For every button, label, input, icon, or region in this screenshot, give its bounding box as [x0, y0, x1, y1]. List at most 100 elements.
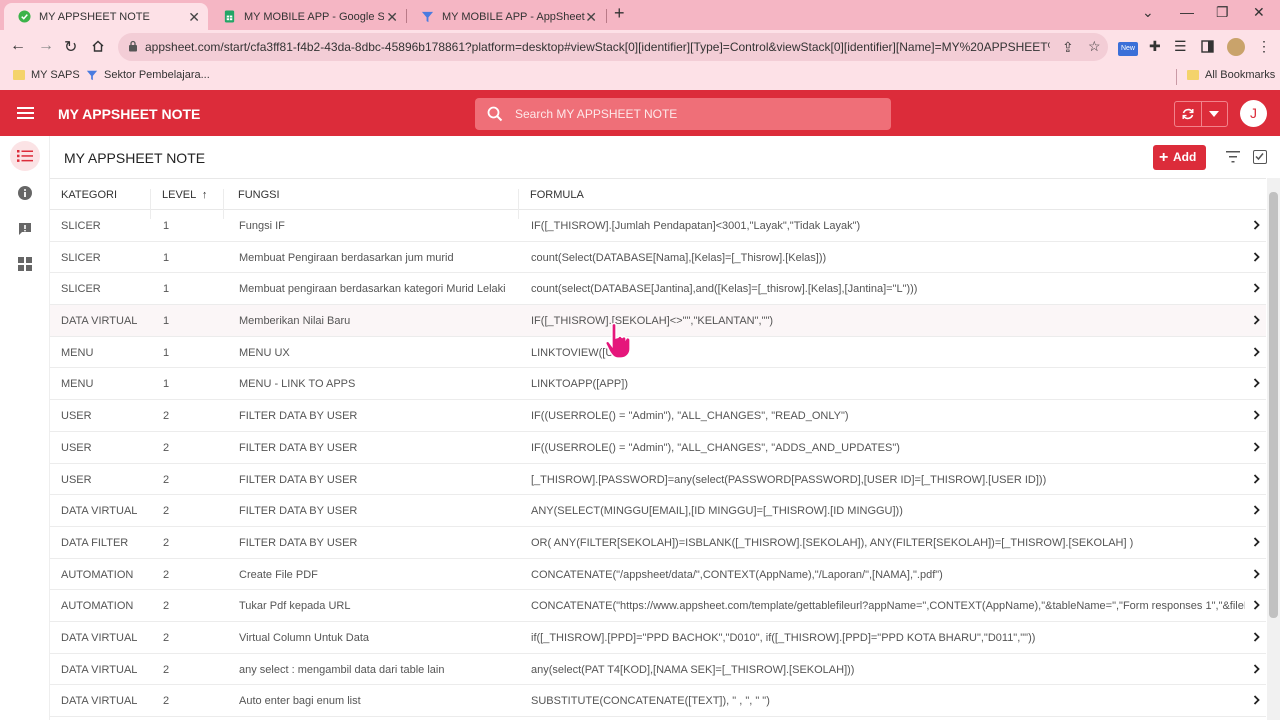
minimize-icon[interactable]: —: [1180, 4, 1194, 20]
info-icon: [18, 186, 32, 200]
dropdown-arrow-icon[interactable]: [1209, 111, 1219, 117]
bookmark-star-icon[interactable]: ☆: [1088, 38, 1101, 55]
table-row[interactable]: DATA VIRTUAL 2 Auto enter bagi enum list SU…: [50, 685, 1266, 717]
chevron-right-icon[interactable]: [1253, 410, 1260, 420]
cell-kategori: DATA VIRTUAL: [61, 505, 138, 518]
profile-avatar-icon[interactable]: [1227, 38, 1245, 56]
feedback-icon: [19, 223, 31, 235]
forward-icon[interactable]: →: [38, 37, 54, 55]
table-row[interactable]: USER 2 FILTER DATA BY USER [_THISROW].[PASS…: [50, 464, 1266, 496]
browser-menu-icon[interactable]: ⋮: [1257, 38, 1271, 55]
chevron-right-icon[interactable]: [1253, 315, 1260, 325]
close-tab-icon[interactable]: ✕: [188, 9, 200, 26]
new-tab-button[interactable]: +: [614, 3, 625, 24]
reading-list-icon[interactable]: ☰: [1174, 38, 1187, 55]
cell-kategori: AUTOMATION: [61, 600, 134, 613]
chevron-right-icon[interactable]: [1253, 632, 1260, 642]
table-row[interactable]: DATA VIRTUAL 2 Virtual Column Untuk Data if…: [50, 622, 1266, 654]
table-row[interactable]: USER 2 FILTER DATA BY USER IF((USERROLE() =…: [50, 432, 1266, 464]
chevron-right-icon[interactable]: [1253, 537, 1260, 547]
chevron-right-icon[interactable]: [1253, 283, 1260, 294]
chevron-right-icon[interactable]: [1253, 695, 1260, 705]
filter-icon[interactable]: [1226, 151, 1240, 163]
sync-button-group: [1174, 101, 1228, 127]
table-row[interactable]: SLICER 1 Membuat pengiraan berdasarkan kat…: [50, 273, 1266, 306]
all-bookmarks-button[interactable]: All Bookmarks: [1187, 69, 1275, 81]
chevron-right-icon[interactable]: [1253, 442, 1260, 452]
cell-formula: CONCATENATE("https://www.appsheet.com/te…: [531, 600, 1245, 613]
reload-icon[interactable]: ↻: [64, 37, 77, 57]
tab-title: MY MOBILE APP - Google Sheets: [244, 10, 384, 23]
google-sheets-icon: [224, 10, 235, 23]
select-mode-checkbox-icon[interactable]: [1253, 150, 1267, 164]
cell-fungsi: MENU UX: [239, 346, 290, 359]
nav-feedback[interactable]: [10, 214, 40, 244]
cell-fungsi: FILTER DATA BY USER: [239, 536, 358, 549]
address-bar[interactable]: appsheet.com/start/cfa3ff81-f4b2-43da-8d…: [118, 33, 1108, 61]
table-row[interactable]: DATA VIRTUAL 2 any select : mengambil data…: [50, 654, 1266, 686]
cell-fungsi: Memberikan Nilai Baru: [239, 315, 351, 328]
column-header-formula[interactable]: FORMULA: [530, 189, 1244, 201]
back-icon[interactable]: ←: [10, 37, 26, 55]
close-tab-icon[interactable]: ✕: [585, 9, 597, 26]
cell-kategori: SLICER: [61, 283, 101, 296]
bookmark-label: Sektor Pembelajara...: [104, 69, 210, 81]
scrollbar-thumb[interactable]: [1269, 192, 1278, 618]
table-row[interactable]: DATA VIRTUAL 2 FILTER DATA BY USER ANY(SELE…: [50, 495, 1266, 527]
chevron-right-icon[interactable]: [1253, 505, 1260, 515]
table-row[interactable]: DATA VIRTUAL 1 Memberikan Nilai Baru IF([_T…: [50, 305, 1266, 337]
chevron-right-icon[interactable]: [1253, 378, 1260, 389]
user-avatar[interactable]: J: [1240, 100, 1267, 127]
cell-level: 2: [163, 568, 170, 581]
table-row[interactable]: DATA FILTER 2 FILTER DATA BY USER OR( ANY(F…: [50, 527, 1266, 559]
share-icon[interactable]: ⇪: [1062, 39, 1074, 56]
chevron-right-icon[interactable]: [1253, 347, 1260, 357]
add-button[interactable]: + Add: [1153, 145, 1206, 170]
tab-search-icon[interactable]: ⌄: [1142, 4, 1154, 21]
search-box[interactable]: [475, 98, 891, 130]
chevron-right-icon[interactable]: [1253, 663, 1260, 674]
nav-list-view[interactable]: [10, 141, 40, 171]
table-row[interactable]: SLICER 1 Membuat Pengiraan berdasarkan jum…: [50, 242, 1266, 274]
sync-icon[interactable]: [1181, 107, 1195, 121]
table-row[interactable]: AUTOMATION 2 Create File PDF CONCATENATE("/…: [50, 559, 1266, 591]
column-header-level[interactable]: LEVEL ↑: [162, 189, 222, 201]
tab-appsheet-editor[interactable]: MY MOBILE APP - AppSheet ✕: [407, 3, 605, 30]
chevron-right-icon[interactable]: [1253, 252, 1260, 262]
nav-info[interactable]: [10, 178, 40, 208]
nav-dashboard[interactable]: [10, 249, 40, 279]
folder-icon: [13, 70, 25, 80]
table-row[interactable]: SLICER 1 Fungsi IF IF([_THISROW].[Jumlah Pe…: [50, 210, 1266, 242]
search-input[interactable]: [515, 98, 875, 130]
tab-google-sheets[interactable]: MY MOBILE APP - Google Sheets ✕: [209, 3, 406, 30]
chevron-right-icon[interactable]: [1253, 220, 1260, 230]
cell-level: 1: [163, 251, 170, 264]
extensions-puzzle-icon[interactable]: ✚: [1149, 38, 1161, 55]
table-row[interactable]: MENU 1 MENU - LINK TO APPS LINKTOAPP([APP]): [50, 368, 1266, 401]
hamburger-menu-icon[interactable]: [17, 107, 34, 120]
cell-fungsi: Tukar Pdf kepada URL: [239, 600, 351, 613]
new-extension-badge[interactable]: New: [1118, 42, 1138, 56]
column-header-kategori[interactable]: KATEGORI: [61, 189, 156, 201]
cell-kategori: USER: [61, 441, 92, 454]
chevron-right-icon[interactable]: [1253, 473, 1260, 484]
bookmark-folder[interactable]: MY SAPS: [13, 69, 80, 81]
cell-formula: LINKTOVIEW([U: [531, 346, 614, 359]
chevron-right-icon[interactable]: [1253, 600, 1260, 610]
cell-formula: IF([_THISROW].[Jumlah Pendapatan]<3001,"…: [531, 220, 861, 232]
cell-kategori: SLICER: [61, 251, 101, 264]
close-tab-icon[interactable]: ✕: [386, 9, 398, 26]
side-panel-icon[interactable]: [1201, 40, 1214, 53]
home-icon[interactable]: [91, 39, 105, 53]
cell-level: 2: [163, 600, 170, 613]
column-header-fungsi[interactable]: FUNGSI: [238, 189, 523, 201]
tab-my-appsheet-note[interactable]: MY APPSHEET NOTE ✕: [4, 3, 208, 30]
table-row[interactable]: AUTOMATION 2 Tukar Pdf kepada URL CONCATENA…: [50, 590, 1266, 622]
table-row[interactable]: USER 2 FILTER DATA BY USER IF((USERROLE() =…: [50, 400, 1266, 432]
close-window-icon[interactable]: ✕: [1253, 4, 1265, 21]
bookmark-link[interactable]: Sektor Pembelajara...: [86, 69, 210, 81]
hand-cursor-icon: [605, 322, 631, 359]
chevron-right-icon[interactable]: [1253, 568, 1260, 579]
maximize-icon[interactable]: ❐: [1216, 4, 1229, 21]
table-row[interactable]: MENU 1 MENU UX LINKTOVIEW([U: [50, 337, 1266, 369]
